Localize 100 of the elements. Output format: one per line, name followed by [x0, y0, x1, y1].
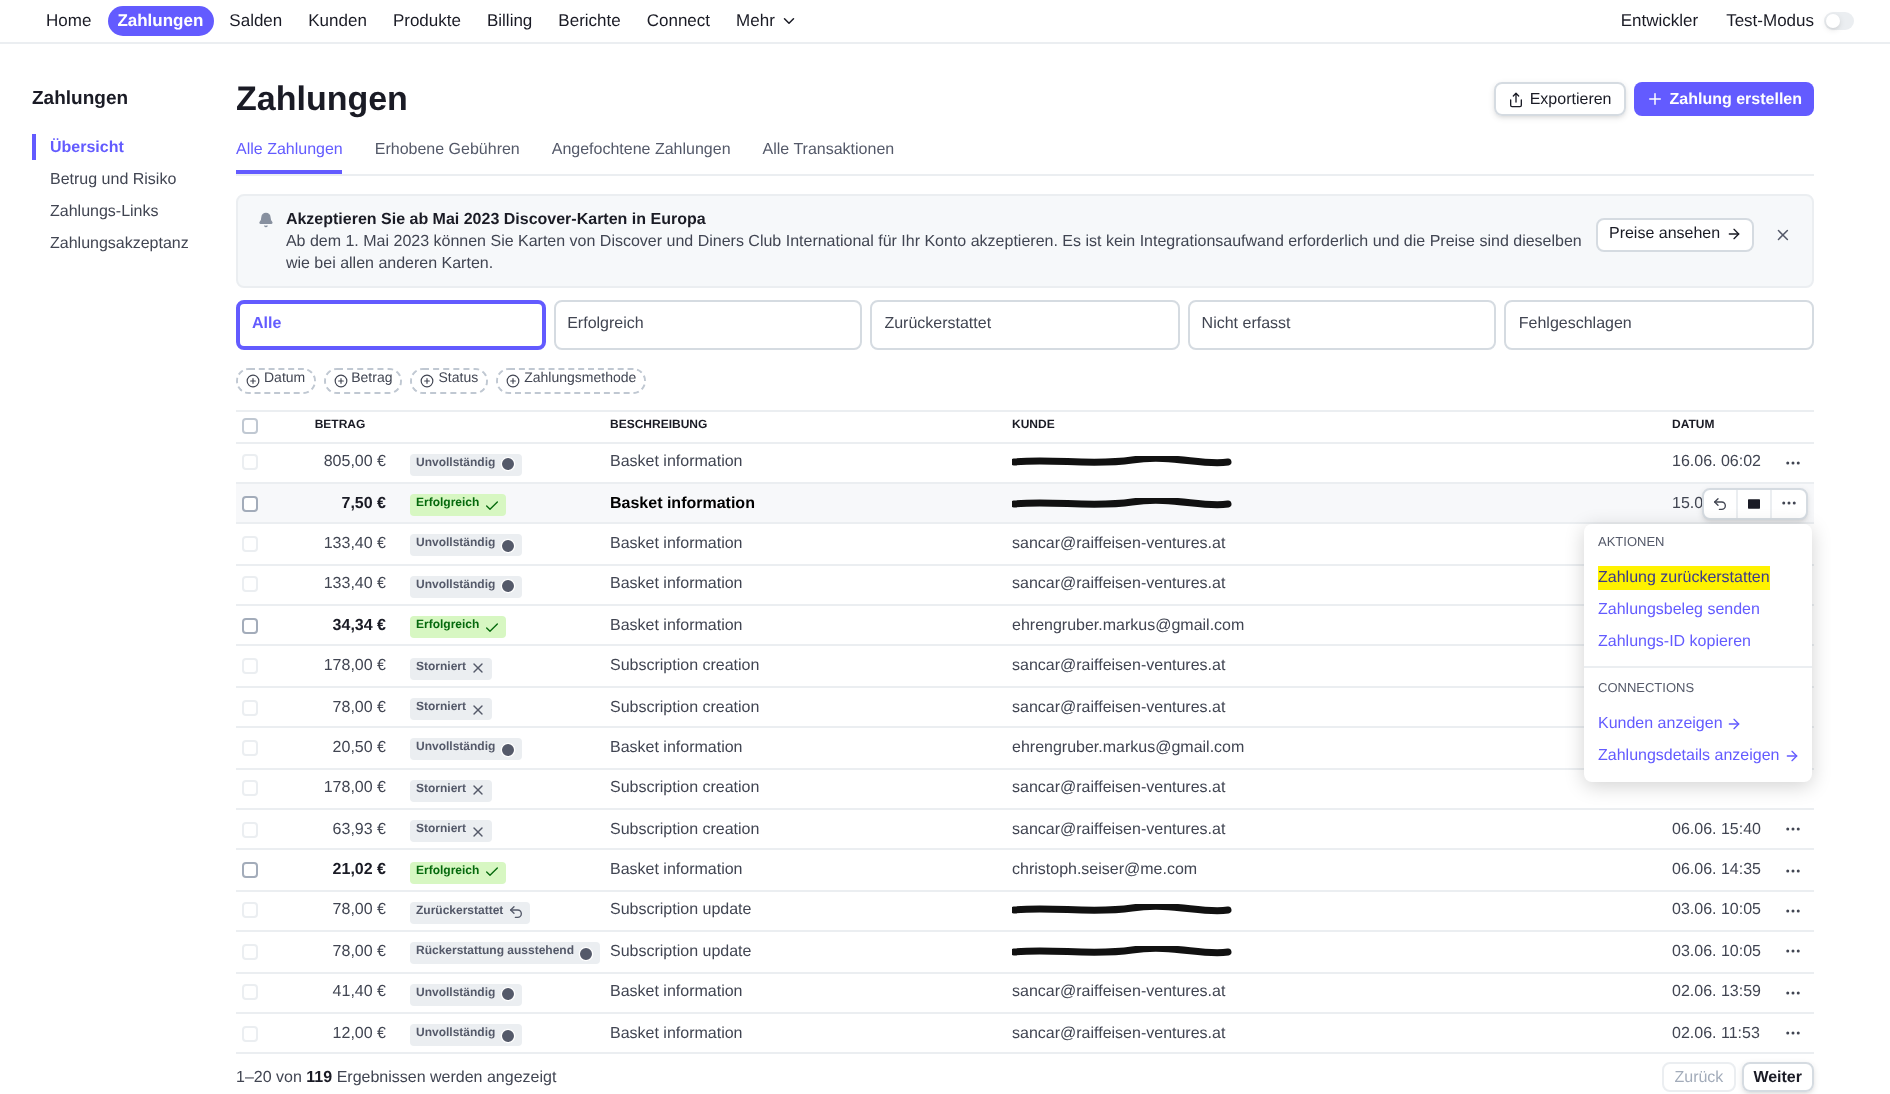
amount: 133,40 €	[323, 574, 386, 593]
plus-icon	[506, 373, 521, 387]
customer-email: ehrengruber.markus@gmail.com	[1012, 737, 1245, 756]
nav-item[interactable]: Mehr	[726, 6, 809, 36]
amount: 133,40 €	[323, 533, 386, 552]
amount: 178,00 €	[323, 778, 386, 797]
menu-item[interactable]: Zahlungsbeleg senden	[1598, 597, 1760, 622]
nav-item[interactable]: Produkte	[382, 6, 471, 36]
amount: 178,00 €	[323, 656, 386, 675]
sidebar-item[interactable]: Zahlungs-Links	[32, 198, 236, 225]
description: Basket information	[610, 615, 743, 634]
description: Basket information	[610, 452, 743, 471]
arrow-icon	[1726, 226, 1743, 242]
amount: 41,40 €	[332, 982, 386, 1001]
export-button[interactable]: Exportieren	[1493, 82, 1626, 117]
amount: 805,00 €	[323, 452, 386, 471]
close-icon	[470, 782, 487, 799]
date: 16.06. 06:02	[1672, 452, 1761, 471]
menu-item[interactable]: Zahlungs-ID kopieren	[1598, 629, 1751, 654]
date: 02.06. 11:53	[1672, 1023, 1760, 1042]
plus-icon	[246, 373, 260, 387]
status-filter-card[interactable]: Zurückerstattet	[870, 299, 1180, 349]
nav-item[interactable]: Connect	[636, 6, 721, 36]
amount: 7,50 €	[341, 493, 386, 512]
nav-item[interactable]: Berichte	[548, 6, 631, 36]
sidebar-item[interactable]: Betrug und Risiko	[32, 166, 236, 193]
check-icon	[483, 497, 500, 514]
plus-icon	[1645, 90, 1664, 109]
date: 06.06. 14:35	[1672, 860, 1761, 879]
date: 02.06. 13:59	[1672, 982, 1761, 1001]
tab[interactable]: Angefochtene Zahlungen	[551, 137, 731, 173]
description: Basket information	[610, 860, 743, 879]
create-payment-button[interactable]: Zahlung erstellen	[1633, 82, 1814, 117]
tab[interactable]: Erhobene Gebühren	[374, 137, 520, 173]
arrow-icon	[1783, 747, 1800, 763]
sidebar-title: Zahlungen	[32, 86, 131, 114]
menu-item[interactable]: Zahlungsdetails anzeigen	[1598, 743, 1800, 767]
nav-item[interactable]: Billing	[476, 6, 543, 36]
next-button[interactable]: Weiter	[1741, 1062, 1814, 1093]
menu-item[interactable]: Kunden anzeigen	[1598, 711, 1743, 735]
close-icon[interactable]	[1774, 225, 1792, 243]
description: Subscription creation	[610, 697, 760, 716]
bell-icon	[258, 211, 274, 227]
customer-email: sancar@raiffeisen-ventures.at	[1012, 778, 1226, 797]
description: Basket information	[610, 982, 743, 1001]
description: Basket information	[610, 574, 743, 593]
customer-email: sancar@raiffeisen-ventures.at	[1012, 982, 1226, 1001]
status-filter-card[interactable]: Erfolgreich	[553, 299, 863, 349]
close-icon	[470, 823, 487, 840]
checkbox[interactable]	[242, 418, 258, 434]
customer-email: sancar@raiffeisen-ventures.at	[1012, 574, 1226, 593]
menu-item[interactable]: Zahlung zurückerstatten	[1598, 565, 1770, 590]
amount: 20,50 €	[332, 737, 386, 756]
tab[interactable]: Alle Transaktionen	[762, 137, 895, 173]
amount: 34,34 €	[332, 615, 386, 634]
status-filter-card[interactable]: Fehlgeschlagen	[1504, 299, 1814, 349]
amount: 78,00 €	[332, 697, 386, 716]
export-icon	[1507, 91, 1524, 108]
nav-item[interactable]: Kunden	[298, 6, 377, 36]
date: 03.06. 10:05	[1672, 900, 1761, 919]
customer-email: sancar@raiffeisen-ventures.at	[1012, 1023, 1226, 1042]
test-mode-toggle[interactable]	[1824, 12, 1854, 30]
customer-email: christoph.seiser@me.com	[1012, 860, 1198, 879]
customer-email: sancar@raiffeisen-ventures.at	[1012, 533, 1226, 552]
status-filter-card[interactable]: Nicht erfasst	[1187, 299, 1497, 349]
status-filter-card[interactable]: Alle	[236, 299, 546, 349]
description: Subscription creation	[610, 778, 760, 797]
checkbox[interactable]	[242, 617, 258, 634]
close-icon	[470, 701, 487, 718]
nav-item[interactable]: Home	[36, 6, 102, 36]
date: 06.06. 15:40	[1672, 819, 1761, 838]
plus-icon	[333, 373, 348, 387]
results-count: 1–20 von 119 Ergebnissen werden angezeigt	[236, 1065, 557, 1090]
developer-link[interactable]: Entwickler	[1620, 8, 1699, 34]
nav-item[interactable]: Salden	[219, 6, 293, 36]
description: Basket information	[610, 533, 743, 552]
arrow-icon	[1726, 715, 1743, 731]
page-title: Zahlungen	[236, 78, 408, 122]
close-icon	[470, 660, 487, 677]
amount: 78,00 €	[332, 900, 386, 919]
customer-email: sancar@raiffeisen-ventures.at	[1012, 656, 1226, 675]
plus-icon	[420, 373, 435, 387]
nav-item[interactable]: Zahlungen	[107, 6, 214, 36]
description: Subscription update	[610, 941, 752, 960]
customer-email: sancar@raiffeisen-ventures.at	[1012, 697, 1226, 716]
sidebar-item[interactable]: Zahlungsakzeptanz	[32, 230, 236, 257]
checkbox[interactable]	[242, 495, 258, 512]
tab[interactable]: Alle Zahlungen	[236, 137, 343, 173]
date: 03.06. 10:05	[1672, 941, 1761, 960]
chevron-icon	[780, 12, 799, 30]
banner-text: Ab dem 1. Mai 2023 können Sie Karten von Discover und Diners Club International für Ihr Konto akzeptieren. Es ist kein Integrationsaufwand erforderlich und die Preise sind dieselben wie bei allen anderen Karten.	[285, 229, 1584, 273]
description: Basket information	[610, 737, 743, 756]
customer-email: ehrengruber.markus@gmail.com	[1012, 615, 1245, 634]
date: 15.0	[1672, 493, 1704, 512]
undo-icon	[507, 904, 524, 921]
checkbox[interactable]	[242, 862, 258, 879]
test-mode-label: Test-Modus	[1726, 8, 1814, 34]
view-prices-button[interactable]: Preise ansehen	[1596, 217, 1755, 251]
amount: 78,00 €	[332, 941, 386, 960]
sidebar-item[interactable]: Übersicht	[32, 134, 236, 161]
